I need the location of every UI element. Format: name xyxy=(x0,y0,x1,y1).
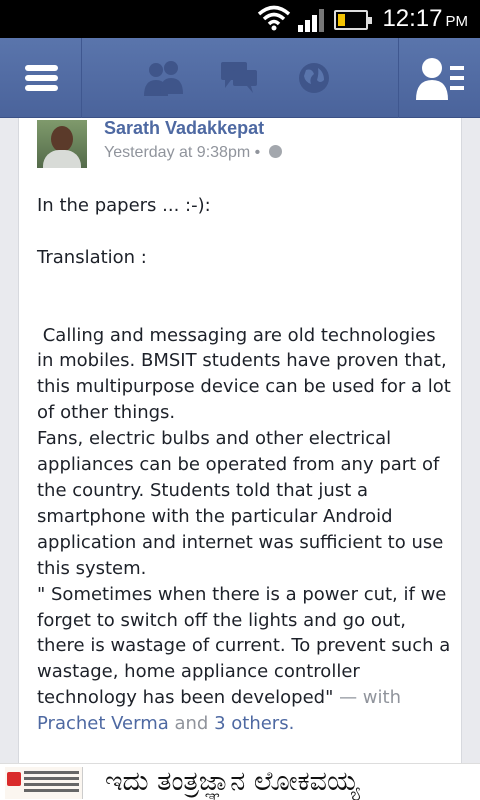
avatar-body xyxy=(43,150,81,168)
clock: 12:17 PM xyxy=(382,5,468,33)
status-bar: 12:17 PM xyxy=(0,0,480,38)
clock-ampm: PM xyxy=(445,13,469,30)
ad-logo xyxy=(5,767,83,799)
ad-logo-text xyxy=(24,771,79,774)
others-link[interactable]: 3 others xyxy=(214,713,289,734)
menu-icon-line xyxy=(25,85,58,91)
post-body: In the papers ... :-): Translation : Cal… xyxy=(37,193,457,737)
ad-banner[interactable]: ಇದು ತಂತ್ರಜ್ಞಾನ ಲೋಕವಯ್ಯ xyxy=(0,763,480,800)
wifi-icon xyxy=(257,5,291,31)
battery-icon xyxy=(334,10,372,30)
globe-icon[interactable] xyxy=(296,60,332,96)
menu-button[interactable] xyxy=(0,38,82,118)
menu-icon-line xyxy=(25,75,58,81)
friend-requests-button[interactable] xyxy=(398,38,480,118)
end-punctuation: . xyxy=(288,713,295,735)
top-navigation-bar xyxy=(0,38,480,118)
ad-headline: ಇದು ತಂತ್ರಜ್ಞಾನ ಲೋಕವಯ್ಯ xyxy=(105,766,360,797)
menu-icon xyxy=(25,65,58,71)
friend-requests-icon xyxy=(416,58,464,100)
globe-icon xyxy=(268,145,282,158)
post-text: In the papers ... :-): Translation : Cal… xyxy=(37,195,451,709)
battery-level xyxy=(338,14,345,26)
tagged-person-link[interactable]: Prachet Verma xyxy=(37,713,169,734)
post-author[interactable]: Sarath Vadakkepat xyxy=(104,118,264,139)
clock-time: 12:17 xyxy=(382,5,443,32)
and-text: and xyxy=(168,713,215,735)
avatar[interactable] xyxy=(37,120,87,168)
post-card: Sarath Vadakkepat Yesterday at 9:38pm • … xyxy=(18,118,462,763)
meta-separator: • xyxy=(254,144,261,161)
ad-logo-mark xyxy=(7,772,21,786)
post-meta: Yesterday at 9:38pm • xyxy=(104,144,282,162)
with-text: — with xyxy=(333,687,401,709)
avatar-head xyxy=(51,126,73,152)
friends-icon[interactable] xyxy=(143,60,185,96)
post-timestamp[interactable]: Yesterday at 9:38pm xyxy=(104,144,250,161)
signal-icon xyxy=(298,9,324,32)
messages-icon[interactable] xyxy=(219,60,259,96)
